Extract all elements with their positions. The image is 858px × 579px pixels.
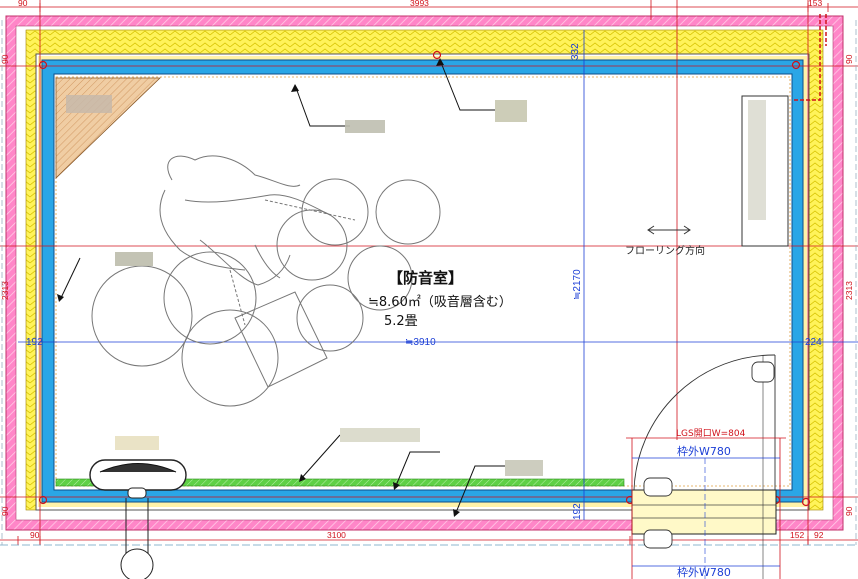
room-title: 【防音室】: [388, 269, 463, 287]
door-opening-label: LGS開口W=804: [676, 428, 746, 439]
top-dimension-line: 90 3993 153: [0, 0, 858, 12]
dim-right-inner: 224: [805, 337, 822, 348]
dim-left-bottom: 90: [0, 506, 10, 516]
dim-top-inner: 332: [570, 43, 581, 60]
door-frame-top-label: 枠外W780: [677, 444, 731, 458]
dim-inner-width: ≒3910: [405, 337, 436, 348]
dim-bottom-r2: 92: [814, 530, 824, 540]
dim-left-inner: 192: [26, 337, 43, 348]
dim-top-total: 3993: [410, 0, 429, 8]
dim-left-top: 90: [0, 54, 10, 64]
dim-bottom-mid: 3100: [327, 530, 346, 540]
dim-right-top: 90: [844, 54, 854, 64]
side-panel-label: [748, 100, 766, 220]
dim-right-bottom: 90: [844, 506, 854, 516]
dim-left-total: 2313: [0, 281, 10, 300]
dim-right-total: 2313: [844, 281, 854, 300]
flooring-direction-label: フローリング方向: [625, 244, 705, 257]
dim-top-right: 153: [808, 0, 822, 8]
dim-bottom-r1: 152: [790, 530, 804, 540]
dim-top-left: 90: [18, 0, 28, 8]
door-frame-bottom-label: 枠外W780: [677, 565, 731, 579]
room-area: ≒8.60㎡（吸音層含む）: [368, 294, 512, 310]
floor-plan: 90 3993 153 332 ≒2170 192 ≒3910 224 192 …: [0, 0, 858, 579]
dim-bottom-inner: 192: [572, 503, 583, 520]
dim-inner-height: ≒2170: [572, 269, 583, 300]
dim-bottom-left: 90: [30, 530, 40, 540]
room-tatami: 5.2畳: [384, 314, 418, 329]
